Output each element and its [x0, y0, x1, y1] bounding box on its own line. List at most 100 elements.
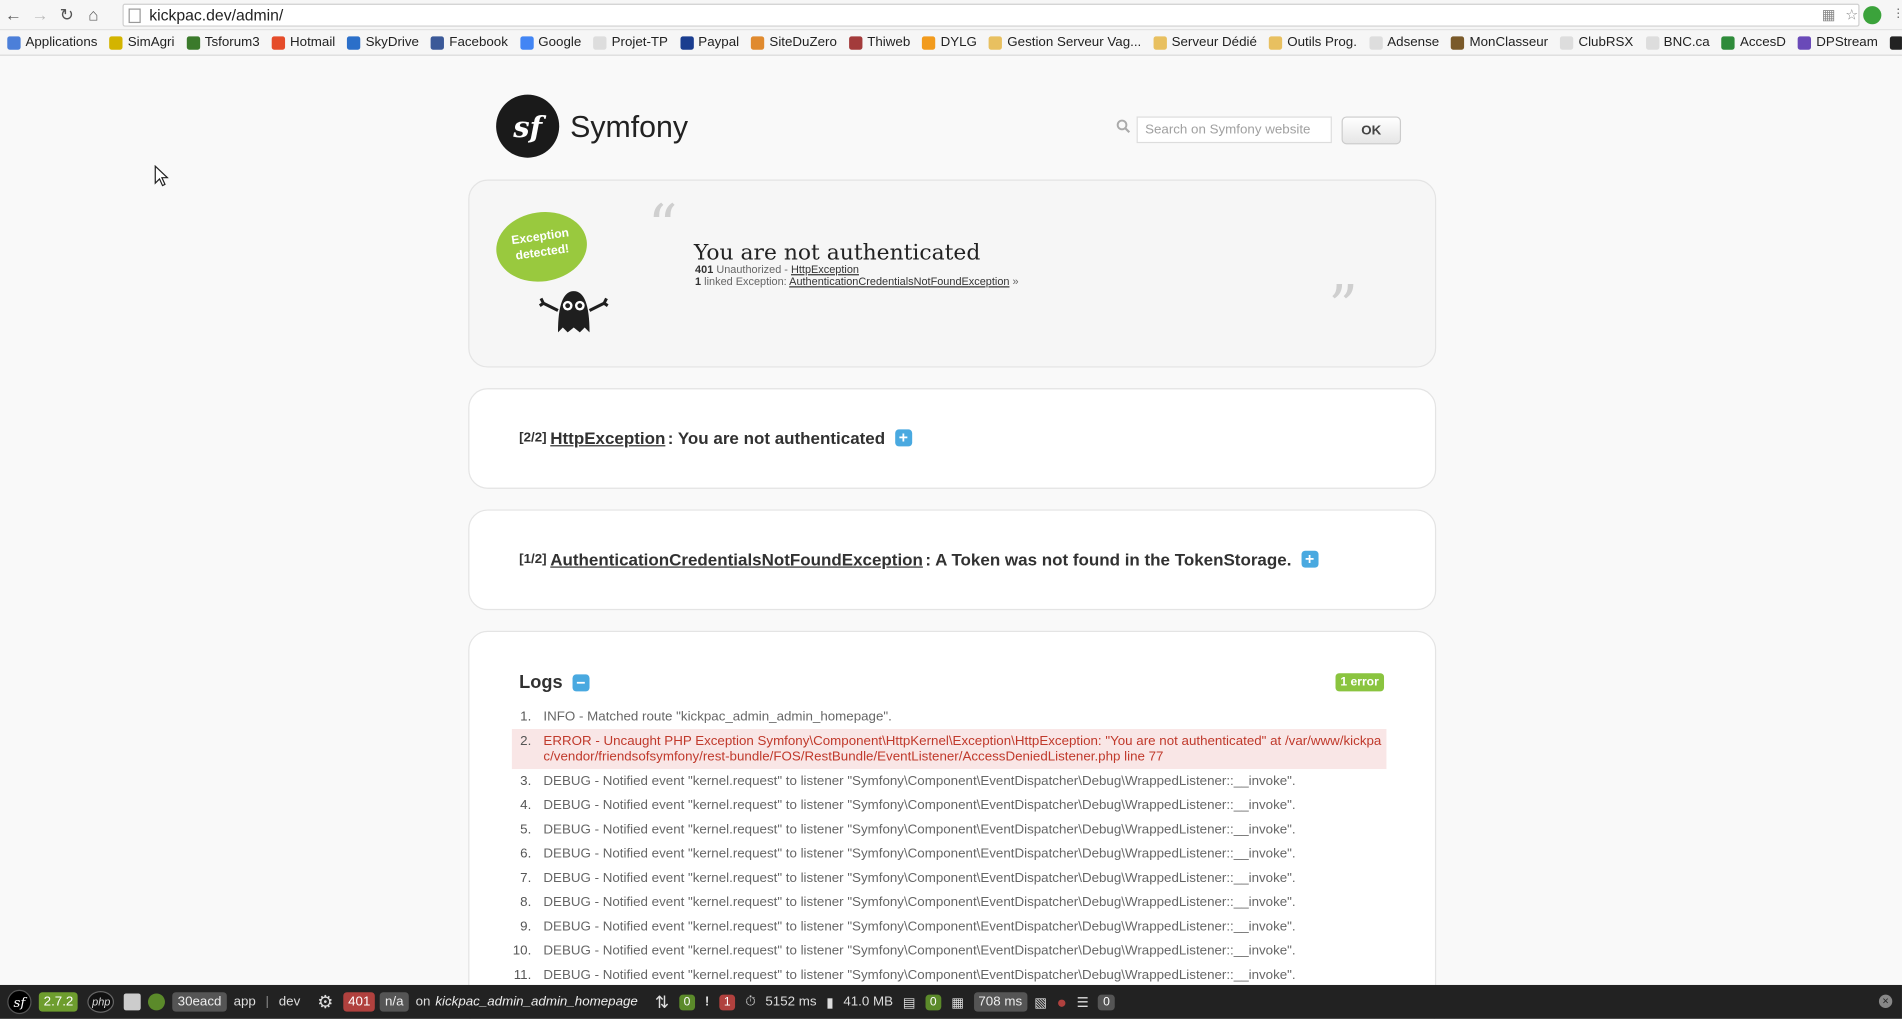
- symfony-version[interactable]: 2.7.2: [38, 992, 79, 1012]
- translate-icon[interactable]: ▦: [1822, 6, 1836, 23]
- linked-count: 1: [695, 275, 702, 288]
- log-entry: 5. DEBUG - Notified event "kernel.request…: [512, 818, 1387, 842]
- symfony-toolbar-logo[interactable]: sf: [7, 989, 32, 1015]
- log-number: 2.: [520, 733, 532, 749]
- bookmark-item[interactable]: Hotmail: [271, 35, 335, 50]
- bookmark-item[interactable]: Gestion Serveur Vag...: [989, 35, 1141, 50]
- bookmark-item[interactable]: Tsforum3: [186, 35, 260, 50]
- memory-usage[interactable]: 41.0 MB: [843, 995, 893, 1010]
- bookmark-item[interactable]: SkyDrive: [347, 35, 419, 50]
- bookmark-label: Serveur Dédié: [1171, 35, 1257, 50]
- logs-title: Logs: [519, 672, 563, 693]
- bookmark-item[interactable]: Paypal: [680, 35, 739, 50]
- log-message: DEBUG - Notified event "kernel.request" …: [543, 822, 1296, 837]
- linked-exception-link[interactable]: AuthenticationCredentialsNotFoundExcepti…: [789, 275, 1009, 287]
- bookmark-icon: [1451, 35, 1465, 50]
- log-number: 11.: [513, 967, 532, 983]
- log-message: DEBUG - Notified event "kernel.request" …: [543, 798, 1296, 813]
- logs-status-icon[interactable]: ●: [1057, 992, 1067, 1011]
- bookmark-item[interactable]: Thiweb: [849, 35, 910, 50]
- trace-class[interactable]: HttpException: [550, 428, 665, 447]
- expand-icon[interactable]: +: [1301, 550, 1319, 568]
- star-icon[interactable]: ☆: [1845, 6, 1858, 23]
- bookmark-item[interactable]: MonClasseur: [1451, 35, 1548, 50]
- gear-icon[interactable]: ⚙: [317, 991, 333, 1013]
- trace-heading: [1/2] AuthenticationCredentialsNotFoundE…: [519, 549, 1319, 569]
- bookmark-item[interactable]: SiteDuZero: [751, 35, 837, 50]
- bookmark-label: Google: [538, 35, 582, 50]
- url-field[interactable]: kickpac.dev/admin/: [122, 3, 1860, 27]
- bookmark-label: Gestion Serveur Vag...: [1007, 35, 1142, 50]
- trace-class[interactable]: AuthenticationCredentialsNotFoundExcepti…: [550, 549, 923, 568]
- trace-message: : You are not authenticated: [667, 428, 886, 448]
- home-icon[interactable]: ⌂: [80, 1, 107, 28]
- close-toolbar-icon[interactable]: ×: [1878, 994, 1893, 1009]
- brand-name[interactable]: Symfony: [570, 110, 688, 145]
- trace-card-2: [2/2] HttpException : You are not authen…: [468, 388, 1437, 489]
- errors-count[interactable]: 1: [719, 994, 736, 1010]
- bookmark-item[interactable]: DPStream: [1798, 35, 1878, 50]
- logs-count[interactable]: 0: [1098, 994, 1115, 1010]
- forms-icon[interactable]: ▤: [903, 994, 916, 1010]
- users-icon[interactable]: [124, 993, 142, 1011]
- status-code-badge[interactable]: 401: [343, 992, 376, 1012]
- bookmark-item[interactable]: Outils Prog.: [1269, 35, 1357, 50]
- expand-icon[interactable]: +: [894, 429, 912, 447]
- bookmark-item[interactable]: AccesD: [1721, 35, 1786, 50]
- search-input[interactable]: [1136, 116, 1332, 144]
- exception-icon[interactable]: !: [705, 995, 709, 1010]
- bookmark-item[interactable]: SimAgri: [109, 35, 174, 50]
- bookmark-icon: [922, 35, 936, 50]
- bookmark-item[interactable]: Google: [520, 35, 581, 50]
- symfony-logo[interactable]: sf: [496, 94, 560, 158]
- back-icon[interactable]: ←: [0, 1, 27, 28]
- bookmark-item[interactable]: DYLG: [922, 35, 977, 50]
- security-icon[interactable]: ▧: [1034, 994, 1047, 1010]
- trace-card-1: [1/2] AuthenticationCredentialsNotFoundE…: [468, 509, 1437, 611]
- status-code: 401: [695, 263, 714, 276]
- php-icon[interactable]: php: [87, 991, 115, 1013]
- linked-exception-line: 1 linked Exception: AuthenticationCreden…: [695, 275, 1019, 287]
- twig-icon[interactable]: ▦: [951, 994, 964, 1010]
- timer-icon[interactable]: ⏱: [745, 994, 755, 1010]
- linked-arrow-icon[interactable]: »: [1013, 275, 1019, 287]
- render-time[interactable]: 708 ms: [973, 992, 1027, 1012]
- bookmark-item[interactable]: Applications: [7, 35, 97, 50]
- token-badge[interactable]: 30eacd: [172, 992, 227, 1012]
- menu-icon[interactable]: ⋮: [1892, 7, 1902, 20]
- forms-count[interactable]: 0: [925, 994, 942, 1010]
- bookmark-icon: [593, 35, 607, 50]
- exception-class-link[interactable]: HttpException: [791, 263, 859, 275]
- search-ok-button[interactable]: OK: [1341, 116, 1402, 145]
- bookmark-icon: [1721, 35, 1736, 50]
- execution-time[interactable]: 5152 ms: [765, 995, 816, 1010]
- logs-icon[interactable]: ☰: [1077, 994, 1089, 1010]
- bookmark-item[interactable]: Projet-TP: [593, 35, 668, 50]
- bookmark-item[interactable]: Serveur Dédié: [1153, 35, 1257, 50]
- bookmarks-bar: Applications SimAgri Tsforum3 Hotmail SkyDri…: [0, 30, 1902, 56]
- collapse-icon[interactable]: −: [572, 673, 590, 691]
- extension-icon[interactable]: [1863, 6, 1882, 25]
- bookmark-label: Applications: [25, 35, 98, 50]
- forward-icon[interactable]: →: [27, 1, 54, 28]
- bookmark-icon: [1798, 35, 1812, 50]
- log-entry: 3. DEBUG - Notified event "kernel.request…: [512, 769, 1387, 793]
- log-number: 9.: [520, 919, 532, 935]
- bookmark-item[interactable]: Real-Debrid: [1889, 35, 1902, 50]
- bookmark-icon: [1645, 35, 1659, 50]
- linked-text: linked Exception:: [704, 275, 787, 288]
- bookmark-item[interactable]: BNC.ca: [1645, 35, 1710, 50]
- log-entry: 6. DEBUG - Notified event "kernel.request…: [512, 842, 1387, 866]
- bundle-status-icon[interactable]: [148, 993, 166, 1011]
- bookmark-item[interactable]: Adsense: [1369, 35, 1439, 50]
- bookmark-item[interactable]: Facebook: [431, 35, 508, 50]
- memory-icon[interactable]: ▮: [826, 994, 833, 1010]
- controller-badge[interactable]: n/a: [380, 992, 409, 1012]
- ajax-icon[interactable]: ⇅: [655, 992, 669, 1013]
- route-name[interactable]: kickpac_admin_admin_homepage: [435, 995, 638, 1010]
- requests-count[interactable]: 0: [678, 994, 696, 1010]
- reload-icon[interactable]: ↻: [53, 1, 80, 28]
- log-message: DEBUG - Notified event "kernel.request" …: [543, 943, 1296, 959]
- bookmark-item[interactable]: ClubRSX: [1560, 35, 1633, 50]
- exception-title: You are not authenticated: [693, 240, 981, 266]
